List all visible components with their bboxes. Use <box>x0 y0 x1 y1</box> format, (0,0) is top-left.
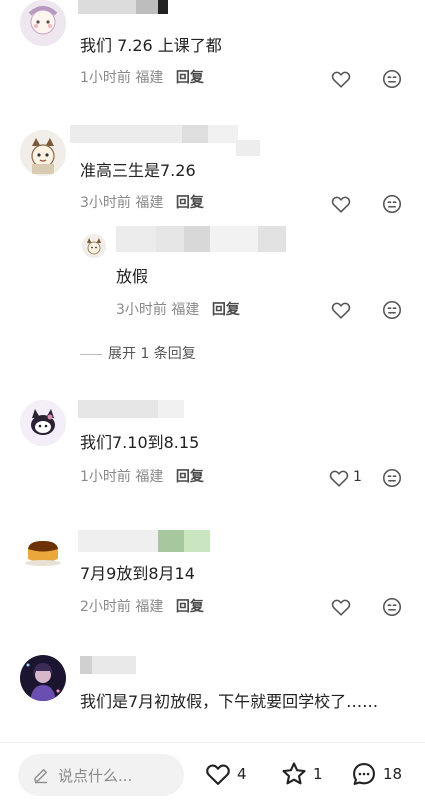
comment-location: 福建 <box>135 599 164 615</box>
reply-button[interactable]: 回复 <box>176 599 204 615</box>
meh-face-icon[interactable] <box>381 596 403 618</box>
comment-time: 1小时前 <box>80 469 131 485</box>
username-blurred[interactable] <box>78 0 168 14</box>
heart-outline-icon[interactable] <box>330 68 352 90</box>
heart-outline-icon[interactable] <box>328 467 350 489</box>
favorite-total: 1 <box>313 765 323 783</box>
star-outline-icon <box>280 760 308 788</box>
comment-meta: 1小时前 福建 回复 <box>80 468 204 486</box>
meh-face-icon[interactable] <box>381 467 403 489</box>
comment-page: 我们 7.26 上课了都 1小时前 福建 回复 准高三生是7.26 3小时前 福… <box>0 0 425 800</box>
username-blurred <box>236 140 260 156</box>
heart-outline-icon[interactable] <box>330 193 352 215</box>
comment-text: 7月9放到8月14 <box>80 564 195 583</box>
like-count: 1 <box>353 469 362 485</box>
comment-location: 福建 <box>135 70 164 86</box>
username-blurred[interactable] <box>70 125 238 143</box>
comment-time: 3小时前 <box>80 195 131 211</box>
reply-text: 放假 <box>116 267 149 286</box>
comment-avatar[interactable] <box>20 0 66 46</box>
heart-outline-icon <box>204 760 232 788</box>
comment-meta: 1小时前 福建 回复 <box>80 69 204 87</box>
username-blurred[interactable] <box>78 530 210 552</box>
divider <box>80 353 102 355</box>
reply-button[interactable]: 回复 <box>176 70 204 86</box>
like-total: 4 <box>237 765 247 783</box>
comment-time: 2小时前 <box>80 599 131 615</box>
reply-button[interactable]: 回复 <box>176 469 204 485</box>
comment-avatar[interactable] <box>20 527 66 573</box>
like-button[interactable]: 4 <box>204 760 247 788</box>
reply-button[interactable]: 回复 <box>212 302 240 318</box>
meh-face-icon[interactable] <box>381 68 403 90</box>
comment-avatar[interactable] <box>20 655 66 701</box>
username-blurred[interactable] <box>116 226 286 252</box>
comment-meta: 2小时前 福建 回复 <box>80 598 204 616</box>
comment-total: 18 <box>383 765 403 783</box>
heart-outline-icon[interactable] <box>330 299 352 321</box>
comment-location: 福建 <box>135 469 164 485</box>
comment-input-placeholder: 说点什么... <box>58 767 133 785</box>
reply-time: 3小时前 <box>116 302 167 318</box>
pen-icon <box>32 766 50 784</box>
comment-button[interactable]: 18 <box>350 760 402 788</box>
bottom-action-bar: 说点什么... 4 1 18 <box>0 742 425 800</box>
comment-text: 我们是7月初放假，下午就要回学校了…… <box>80 692 379 711</box>
comment-time: 1小时前 <box>80 70 131 86</box>
meh-face-icon[interactable] <box>381 193 403 215</box>
comment-text: 准高三生是7.26 <box>80 161 196 180</box>
reply-button[interactable]: 回复 <box>176 195 204 211</box>
comment-avatar[interactable] <box>20 130 66 176</box>
favorite-button[interactable]: 1 <box>280 760 323 788</box>
reply-meta: 3小时前 福建 回复 <box>116 301 240 319</box>
username-blurred[interactable] <box>80 656 136 674</box>
comment-text: 我们7.10到8.15 <box>80 433 200 452</box>
reply-location: 福建 <box>171 302 200 318</box>
comment-input[interactable]: 说点什么... <box>18 754 184 796</box>
heart-outline-icon[interactable] <box>330 596 352 618</box>
meh-face-icon[interactable] <box>381 299 403 321</box>
username-blurred[interactable] <box>78 400 184 418</box>
comment-avatar[interactable] <box>20 400 66 446</box>
expand-replies-button[interactable]: 展开 1 条回复 <box>80 343 196 363</box>
expand-replies-label: 展开 1 条回复 <box>108 346 196 362</box>
comment-meta: 3小时前 福建 回复 <box>80 194 204 212</box>
chat-bubble-icon <box>350 760 378 788</box>
comment-location: 福建 <box>135 195 164 211</box>
reply-avatar[interactable] <box>82 234 106 258</box>
comment-text: 我们 7.26 上课了都 <box>80 36 222 55</box>
